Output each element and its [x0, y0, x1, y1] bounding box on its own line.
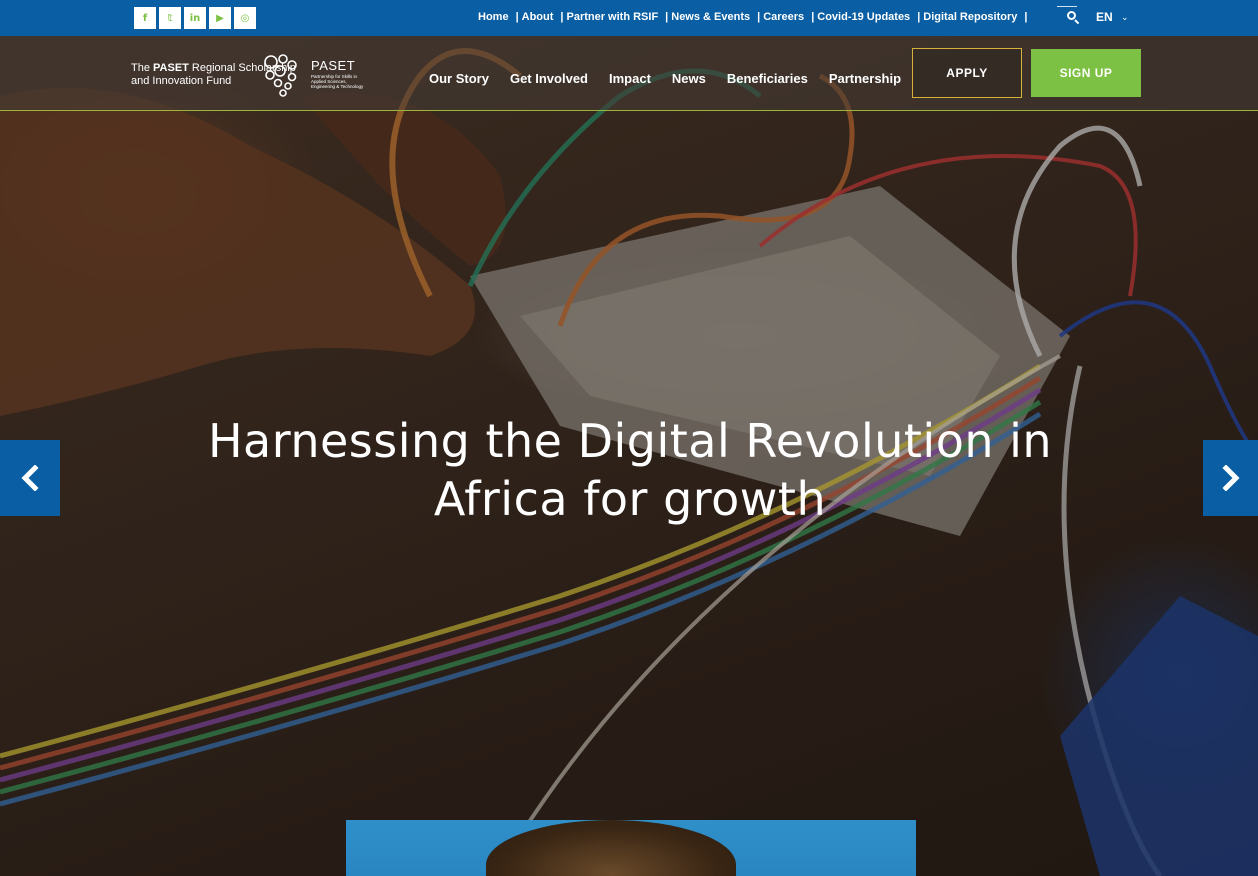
chevron-left-icon: [21, 465, 39, 491]
top-nav-about[interactable]: About: [522, 11, 554, 23]
chevron-right-icon: [1221, 465, 1240, 491]
paset-logo-icon[interactable]: [262, 53, 304, 97]
main-nav: Our Story Get Involved Impact News Benef…: [429, 71, 922, 86]
nav-impact[interactable]: Impact: [609, 71, 651, 86]
logo-line1-bold: PASET: [153, 62, 189, 74]
top-nav-news-events[interactable]: News & Events: [671, 11, 750, 23]
paset-title: PASET: [311, 58, 356, 73]
nav-get-involved[interactable]: Get Involved: [510, 71, 588, 86]
site-header: The PASET Regional Scholarship and Innov…: [0, 36, 1258, 111]
slider-prev-button[interactable]: [0, 440, 60, 516]
person-photo: [486, 820, 736, 876]
hero-headline: Harnessing the Digital Revolution in Afr…: [190, 412, 1070, 528]
paset-subtitle: Partnership for Skills in Applied Scienc…: [311, 74, 364, 89]
top-nav: Home | About | Partner with RSIF | News & E…: [478, 11, 1030, 23]
social-links: f 𝕥 in ▶ ◎: [134, 7, 256, 29]
nav-our-story[interactable]: Our Story: [429, 71, 489, 86]
top-nav-home[interactable]: Home: [478, 11, 509, 23]
hero-headline-line2: Africa for growth: [433, 472, 827, 526]
linkedin-icon[interactable]: in: [184, 7, 206, 29]
logo-line2: and Innovation Fund: [131, 75, 232, 87]
chevron-down-icon[interactable]: ⌄: [1121, 12, 1129, 23]
youtube-icon[interactable]: ▶: [209, 7, 231, 29]
sign-up-button[interactable]: SIGN UP: [1031, 49, 1141, 97]
separator: |: [665, 11, 669, 23]
facebook-icon[interactable]: f: [134, 7, 156, 29]
hero-headline-line1: Harnessing the Digital Revolution in: [207, 414, 1053, 468]
nav-beneficiaries[interactable]: Beneficiaries: [727, 71, 808, 86]
top-nav-covid[interactable]: Covid-19 Updates: [817, 11, 910, 23]
top-nav-digital-repository[interactable]: Digital Repository: [923, 11, 1017, 23]
separator: |: [1024, 11, 1028, 23]
nav-news[interactable]: News: [672, 71, 706, 86]
logo-line1-pre: The: [131, 62, 154, 74]
separator: |: [917, 11, 921, 23]
separator: |: [811, 11, 815, 23]
slider-next-button[interactable]: [1203, 440, 1258, 516]
search-icon[interactable]: [1057, 6, 1080, 25]
featured-image-card: [346, 820, 916, 876]
twitter-icon[interactable]: 𝕥: [159, 7, 181, 29]
instagram-icon[interactable]: ◎: [234, 7, 256, 29]
separator: |: [515, 11, 519, 23]
apply-button[interactable]: APPLY: [912, 48, 1022, 98]
top-nav-careers[interactable]: Careers: [763, 11, 804, 23]
separator: |: [757, 11, 761, 23]
separator: |: [560, 11, 564, 23]
top-nav-partner[interactable]: Partner with RSIF: [566, 11, 658, 23]
nav-partnership[interactable]: Partnership: [829, 71, 901, 86]
language-selector[interactable]: EN: [1096, 10, 1113, 24]
top-bar: f 𝕥 in ▶ ◎ Home | About | Partner with RSI…: [0, 0, 1258, 36]
